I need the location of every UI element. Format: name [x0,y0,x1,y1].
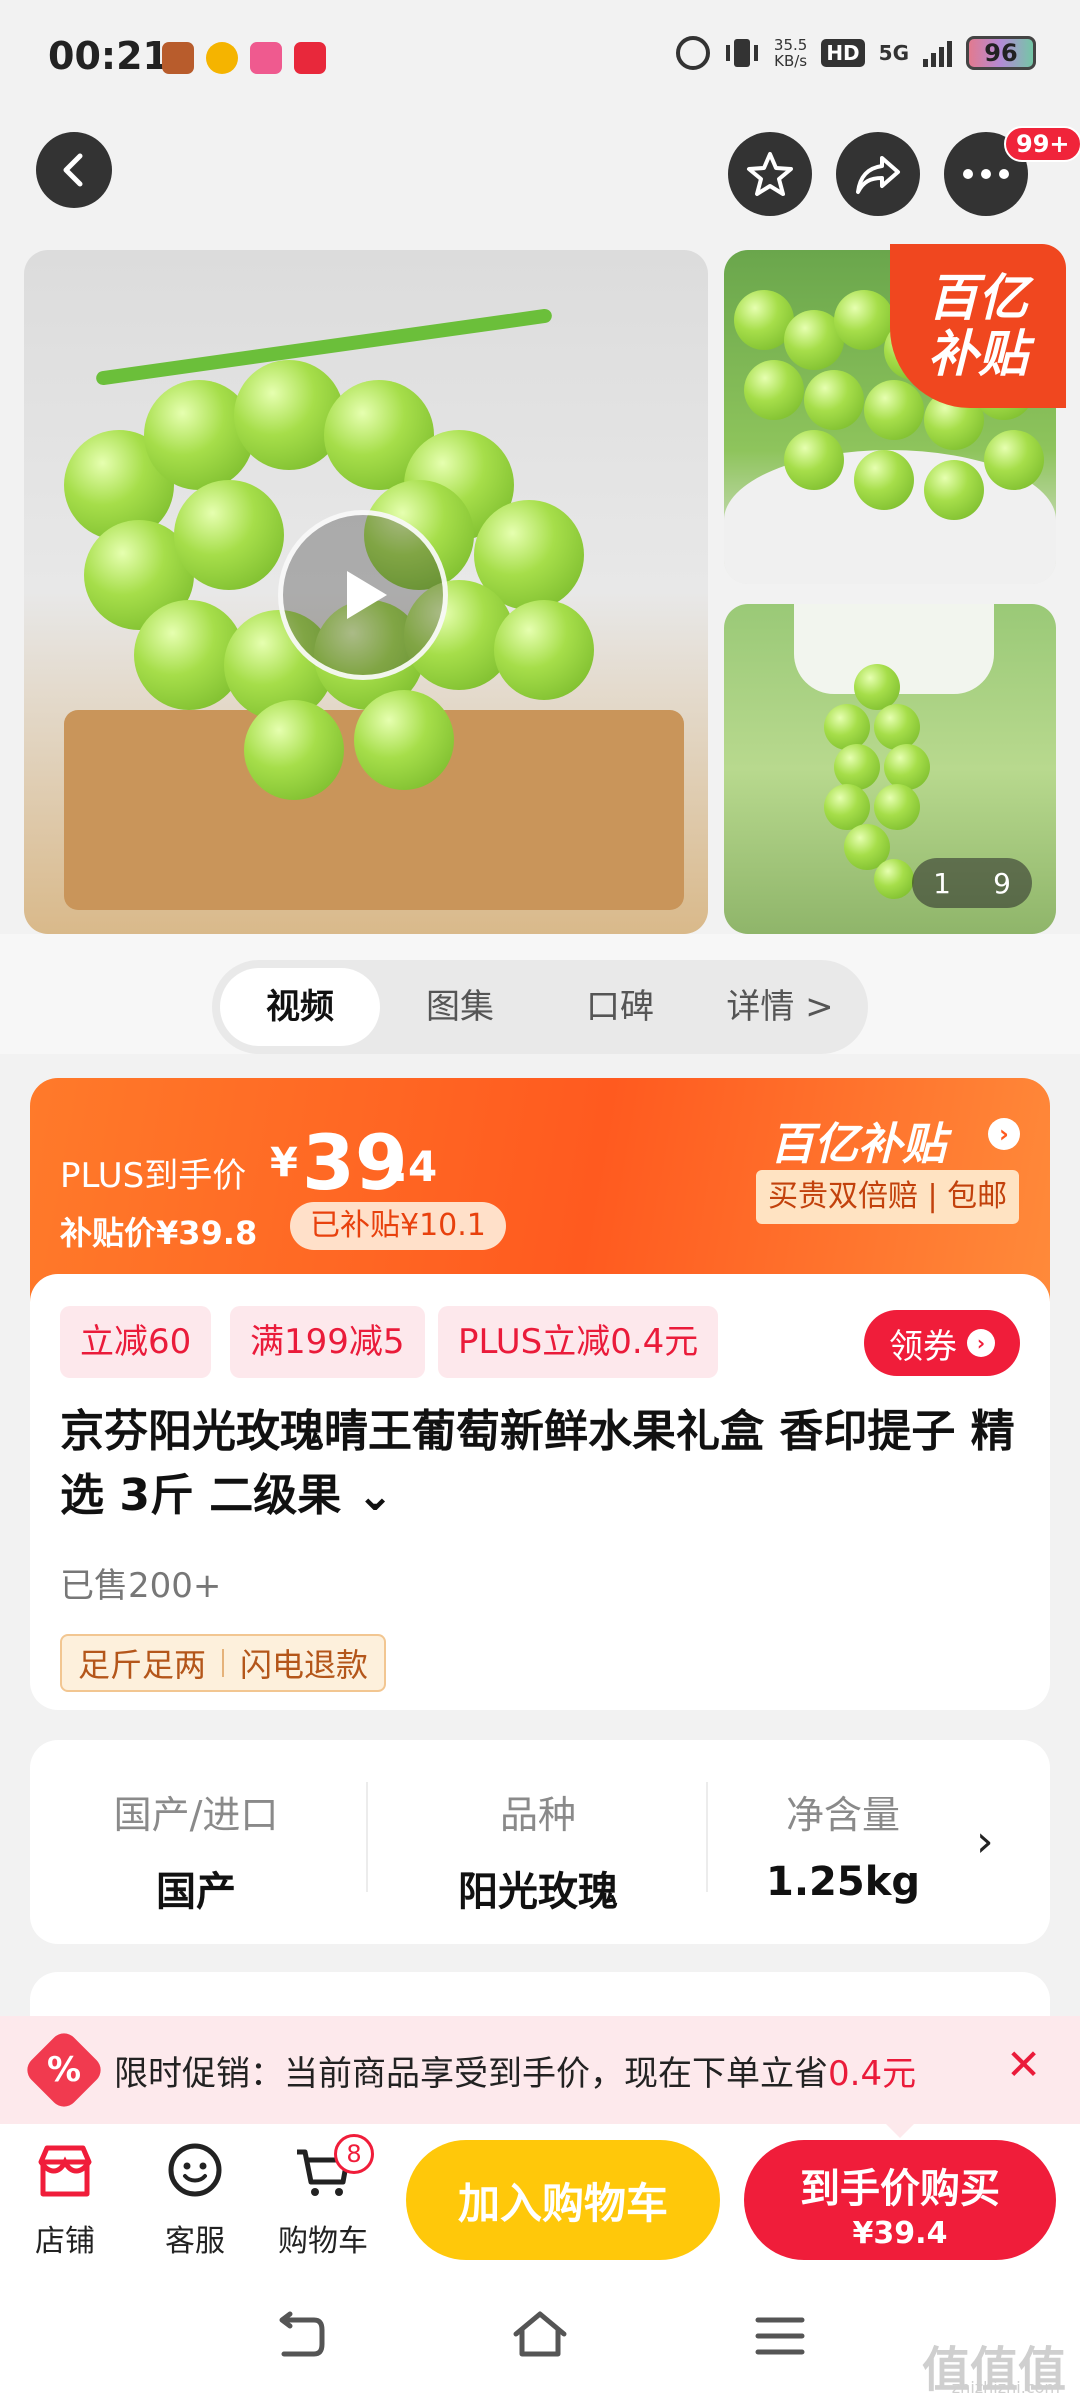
spec-variety: 品种 阳光玫瑰 [458,1793,618,1915]
sold-count: 已售200+ [60,1566,222,1606]
share-icon [856,156,900,194]
service-tag: 足斤足两 [78,1646,207,1684]
signal-icon [923,39,952,67]
tab-video[interactable]: 视频 [220,968,380,1046]
divider [366,1782,368,1892]
status-indicators: 35.5 KB/s HD 5G 96 [675,36,1036,70]
play-icon [347,571,387,619]
tab-gallery[interactable]: 图集 [380,968,540,1046]
status-time: 00:21 [48,34,169,78]
promo-text: 限时促销：当前商品享受到手价，现在下单立省0.4元 [114,2054,917,2094]
promo-tag[interactable]: 立减60 [60,1306,212,1378]
message-badge: 99+ [1004,126,1080,162]
price-currency: ¥ [270,1140,298,1186]
get-coupon-button[interactable]: 领券 › [864,1310,1020,1376]
buy-now-button[interactable]: 到手价购买 ¥39.4 [744,2140,1056,2260]
network-type: 5G [878,41,909,65]
alarm-icon [675,36,710,70]
media-tabs: 视频 图集 口碑 详情 > [212,960,868,1054]
system-back-icon[interactable] [270,2306,330,2366]
subsidized-amount-tag: 已补贴¥10.1 [290,1202,506,1250]
system-menu-icon[interactable] [750,2306,810,2366]
guarantee-box: 买贵双倍赔 | 包邮 [756,1170,1020,1224]
promo-tag[interactable]: 满199减5 [230,1306,425,1378]
more-icon [963,169,1009,179]
app-notification-icon [250,42,282,74]
tab-reviews[interactable]: 口碑 [540,968,700,1046]
product-title[interactable]: 京芬阳光玫瑰晴王葡萄新鲜水果礼盒 香印提子 精选 3斤 二级果 ⌄ [60,1400,1020,1528]
close-icon[interactable]: ✕ [1006,2040,1041,2089]
subsidy-corner-badge: 百亿 补贴 [890,244,1066,408]
promo-tag[interactable]: PLUS立减0.4元 [438,1306,719,1378]
divider [706,1782,708,1892]
share-button[interactable] [836,132,920,216]
hd-badge: HD [821,39,865,67]
app-notification-icon [162,42,194,74]
chevron-right-icon[interactable]: › [976,1816,994,1867]
promo-amount: 0.4元 [828,2054,917,2094]
chat-smile-icon [168,2143,222,2197]
chevron-right-icon: › [988,1118,1020,1150]
pointer-arrow [886,2124,914,2138]
price-decimal: .4 [392,1142,438,1191]
subsidy-price: 补贴价¥39.8 [60,1214,258,1252]
app-notification-icon [294,42,326,74]
photo-counter: 1 9 [912,858,1032,908]
service-tag: 闪电退款 [240,1646,369,1684]
system-home-icon[interactable] [510,2306,570,2366]
plus-price-label: PLUS到手价 [60,1156,247,1196]
spec-net-weight: 净含量 1.25kg [766,1793,920,1905]
app-notification-icon [206,42,238,74]
status-bar: 00:21 35.5 KB/s HD 5G 96 [0,0,1080,110]
add-to-cart-button[interactable]: 加入购物车 [406,2140,720,2260]
percent-icon: % [46,2050,82,2090]
net-speed: 35.5 KB/s [773,36,808,70]
service-tags[interactable]: 足斤足两 闪电退款 [60,1634,387,1692]
play-video-button[interactable] [278,510,448,680]
back-arrow-icon [63,153,83,187]
battery-icon: 96 [966,36,1036,70]
star-icon [747,152,793,196]
back-button[interactable] [36,132,112,208]
customer-service-button[interactable]: 客服 [140,2140,250,2260]
store-button[interactable]: 店铺 [10,2140,120,2260]
spec-origin: 国产/进口 国产 [113,1793,279,1915]
subsidy-program-link[interactable]: 百亿补贴 [770,1108,946,1172]
tab-details[interactable]: 详情 > [700,968,860,1046]
cart-count-badge: 8 [334,2134,374,2174]
watermark-url: zhizhizhi.com [951,2378,1060,2397]
chevron-right-icon: › [967,1329,995,1357]
favorite-button[interactable] [728,132,812,216]
vibrate-icon [725,39,758,67]
store-icon [38,2145,92,2197]
